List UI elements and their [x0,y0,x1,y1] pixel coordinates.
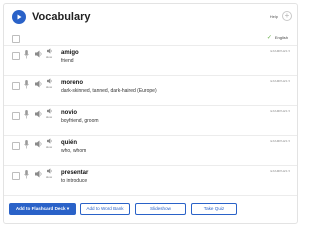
list-item: slow moreno dark-skinned, tanned, dark-h… [4,75,297,106]
action-bar: Add to Flashcard Deck ▾ Add to Word Bank… [4,195,297,224]
speed-label: slow [46,55,53,59]
row-checkbox[interactable] [12,82,20,90]
speed-label: slow [46,85,53,89]
chevron-down-icon: ▾ [288,109,290,113]
add-to-word-bank-button[interactable]: Add to Word Bank [80,203,130,215]
slideshow-button[interactable]: Slideshow [135,203,186,215]
chevron-down-icon: ▾ [288,79,290,83]
vocab-translation: friend [61,58,74,64]
flashcard-button-label: Add to Flashcard Deck [15,206,66,211]
add-icon[interactable]: + [282,11,292,21]
examples-toggle[interactable]: EXAMPLES ▾ [270,169,290,174]
vocab-translation: to introduce [61,178,88,184]
vocab-translation: who, whom [61,148,87,154]
vocabulary-header: Vocabulary Help + [12,10,292,26]
vocab-translation: dark-skinned, tanned, dark-haired (Europ… [61,88,157,94]
examples-label: EXAMPLES [270,79,288,83]
slow-speaker-icon[interactable] [47,138,53,144]
page-title: Vocabulary [32,11,91,23]
examples-label: EXAMPLES [270,169,288,173]
speed-label: slow [46,145,53,149]
examples-label: EXAMPLES [270,49,288,53]
speaker-icon[interactable] [35,170,43,178]
speaker-icon[interactable] [35,80,43,88]
row-checkbox[interactable] [12,142,20,150]
microphone-icon[interactable] [24,140,29,149]
vocab-word: quién [61,140,77,146]
list-item: slow quién who, whom EXAMPLES ▾ [4,135,297,166]
list-item: slow presentar to introduce EXAMPLES ▾ [4,165,297,196]
speed-label: slow [46,175,53,179]
play-all-button[interactable] [12,10,26,24]
row-checkbox[interactable] [12,52,20,60]
chevron-down-icon: ▾ [288,169,290,173]
examples-label: EXAMPLES [270,109,288,113]
language-label: English [274,35,288,40]
speaker-icon[interactable] [35,140,43,148]
chevron-down-icon: ▾ [66,206,70,211]
examples-label: EXAMPLES [270,139,288,143]
row-checkbox[interactable] [12,172,20,180]
slow-speaker-icon[interactable] [47,78,53,84]
speaker-icon[interactable] [35,110,43,118]
speaker-icon[interactable] [35,50,43,58]
list-item: slow novio boyfriend, groom EXAMPLES ▾ [4,105,297,136]
vocab-word: amigo [61,50,79,56]
microphone-icon[interactable] [24,110,29,119]
microphone-icon[interactable] [24,80,29,89]
row-checkbox[interactable] [12,112,20,120]
chevron-down-icon: ▾ [288,139,290,143]
vocab-word: presentar [61,170,89,176]
list-header: ✓ English [12,34,292,44]
select-all-checkbox[interactable] [12,35,20,43]
vocab-word: moreno [61,80,84,86]
examples-toggle[interactable]: EXAMPLES ▾ [270,49,290,54]
vocab-word: novio [61,110,77,116]
microphone-icon[interactable] [24,170,29,179]
play-icon [17,14,22,20]
slow-speaker-icon[interactable] [47,108,53,114]
examples-toggle[interactable]: EXAMPLES ▾ [270,79,290,84]
slow-speaker-icon[interactable] [47,168,53,174]
help-link[interactable]: Help [270,13,278,21]
vocabulary-panel: Vocabulary Help + ✓ English slow amigo f… [3,3,298,224]
language-toggle[interactable]: ✓ English [267,34,288,42]
examples-toggle[interactable]: EXAMPLES ▾ [270,139,290,144]
examples-toggle[interactable]: EXAMPLES ▾ [270,109,290,114]
list-item: slow amigo friend EXAMPLES ▾ [4,45,297,76]
chevron-down-icon: ▾ [288,49,290,53]
microphone-icon[interactable] [24,50,29,59]
vocab-translation: boyfriend, groom [61,118,99,124]
take-quiz-button[interactable]: Take Quiz [191,203,237,215]
slow-speaker-icon[interactable] [47,48,53,54]
check-icon: ✓ [266,35,272,41]
add-to-flashcard-deck-button[interactable]: Add to Flashcard Deck ▾ [9,203,76,215]
speed-label: slow [46,115,53,119]
